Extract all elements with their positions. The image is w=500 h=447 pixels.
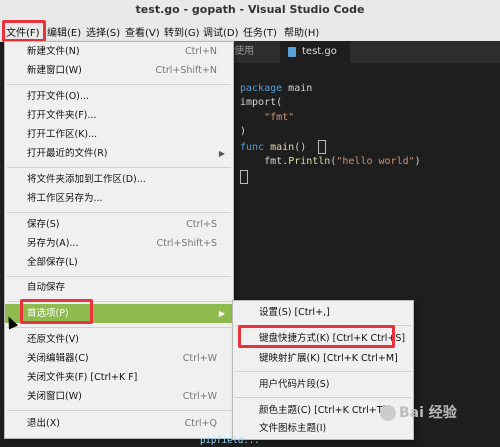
code-token: main — [282, 82, 313, 94]
code-token: ) — [414, 156, 421, 167]
menu-separator — [7, 276, 231, 277]
label: 全部保存(L) — [27, 257, 78, 268]
menu-separator — [235, 397, 411, 398]
menu-separator — [7, 212, 231, 213]
code-token: "fmt" — [264, 111, 295, 123]
code-token: ) — [240, 126, 247, 137]
label: 另存为(A)... — [27, 238, 79, 249]
tab-test-go[interactable]: test.go — [280, 41, 350, 63]
menu-tasks[interactable]: 任务(T) — [243, 24, 277, 39]
file-icon — [288, 47, 296, 57]
code-token: func — [240, 141, 265, 153]
tab-label: test.go — [302, 46, 337, 57]
shortcut: Ctrl+Shift+S — [156, 238, 217, 249]
shortcut: Ctrl+Shift+N — [155, 65, 217, 76]
label: 文件图标主题(I) — [259, 423, 327, 434]
partial-code-line: pipfield... — [200, 436, 260, 446]
label: 颜色主题(C) [Ctrl+K Ctrl+T] — [259, 405, 387, 416]
menu-item-auto-save[interactable]: 自动保存 — [5, 278, 233, 297]
label: 关闭编辑器(C) — [27, 353, 89, 364]
label: 用户代码片段(S) — [259, 379, 330, 390]
menu-item-save-workspace-as[interactable]: 将工作区另存为... — [5, 189, 233, 208]
menu-separator — [7, 327, 231, 328]
label: 键映射扩展(K) [Ctrl+K Ctrl+M] — [259, 353, 398, 364]
submenu-arrow-icon: ▶ — [218, 149, 225, 158]
menu-help[interactable]: 帮助(H) — [284, 24, 319, 39]
menu-item-open-folder[interactable]: 打开文件夹(F)... — [5, 106, 233, 125]
label: 新建窗口(W) — [27, 65, 82, 76]
menu-item-add-folder[interactable]: 将文件夹添加到工作区(D)... — [5, 170, 233, 189]
highlight-preferences — [20, 299, 93, 324]
menu-item-close-editor[interactable]: 关闭编辑器(C) Ctrl+W — [5, 349, 233, 368]
label: 关闭文件夹(F) [Ctrl+K F] — [27, 372, 138, 383]
code-token: main — [264, 141, 295, 153]
brace-match-box — [240, 169, 248, 184]
highlight-file-menu — [2, 20, 46, 42]
label: 保存(S) — [27, 219, 60, 230]
menu-separator — [7, 167, 231, 168]
code-token: Println — [288, 156, 331, 167]
menu-bar: 文件(F) 编辑(E) 选择(S) 查看(V) 转到(G) 调试(D) 任务(T… — [0, 20, 500, 42]
editor-tabs: 使用 test.go — [232, 41, 500, 63]
menu-debug[interactable]: 调试(D) — [203, 24, 239, 39]
menu-separator — [7, 84, 231, 85]
label: 还原文件(V) — [27, 334, 79, 345]
shortcut: Ctrl+W — [182, 353, 217, 364]
label: 打开文件夹(F)... — [27, 110, 97, 121]
menu-edit[interactable]: 编辑(E) — [47, 24, 81, 39]
label: 新建文件(N) — [27, 46, 80, 57]
menu-item-user-snippets[interactable]: 用户代码片段(S) — [233, 375, 413, 394]
menu-separator — [235, 371, 411, 372]
code-token: () — [294, 141, 319, 153]
menu-item-new-window[interactable]: 新建窗口(W) Ctrl+Shift+N — [5, 61, 233, 80]
label: 打开最近的文件(R) — [27, 148, 108, 159]
menu-item-open-file[interactable]: 打开文件(O)... — [5, 87, 233, 106]
menu-item-close-folder[interactable]: 关闭文件夹(F) [Ctrl+K F] — [5, 368, 233, 387]
code-view[interactable]: package main import( "fmt" ) func main()… — [240, 67, 421, 200]
tab-prev[interactable]: 使用 — [234, 41, 274, 63]
menu-item-keymaps[interactable]: 键映射扩展(K) [Ctrl+K Ctrl+M] — [233, 349, 413, 368]
menu-item-new-file[interactable]: 新建文件(N) Ctrl+N — [5, 42, 233, 61]
watermark: Bai 经验 — [380, 402, 457, 422]
menu-item-revert-file[interactable]: 还原文件(V) — [5, 330, 233, 349]
submenu-arrow-icon: ▶ — [218, 309, 225, 318]
label: 设置(S) [Ctrl+,] — [259, 307, 330, 318]
menu-item-close-window[interactable]: 关闭窗口(W) Ctrl+W — [5, 387, 233, 406]
label: 自动保存 — [27, 282, 66, 293]
menu-item-save-all[interactable]: 全部保存(L) — [5, 253, 233, 272]
menu-item-save-as[interactable]: 另存为(A)... Ctrl+Shift+S — [5, 234, 233, 253]
window-title: test.go - gopath - Visual Studio Code — [135, 3, 365, 16]
menu-go[interactable]: 转到(G) — [164, 24, 200, 39]
paw-logo-icon — [380, 405, 396, 421]
code-token: import( — [240, 97, 283, 108]
label: 将工作区另存为... — [27, 193, 103, 204]
shortcut: Ctrl+Q — [184, 418, 217, 429]
file-menu: 新建文件(N) Ctrl+N 新建窗口(W) Ctrl+Shift+N 打开文件… — [4, 41, 234, 439]
label: 打开文件(O)... — [27, 91, 89, 102]
title-bar: test.go - gopath - Visual Studio Code — [0, 0, 500, 20]
menu-separator — [7, 410, 231, 411]
shortcut: Ctrl+S — [186, 219, 217, 230]
highlight-keyboard-shortcuts — [238, 325, 395, 348]
code-token: fmt. — [264, 156, 289, 167]
code-token: package — [240, 82, 283, 94]
menu-view[interactable]: 查看(V) — [125, 24, 160, 39]
label: 打开工作区(K)... — [27, 129, 98, 140]
menu-item-settings[interactable]: 设置(S) [Ctrl+,] — [233, 303, 413, 322]
shortcut: Ctrl+N — [185, 46, 217, 57]
label: 关闭窗口(W) — [27, 391, 82, 402]
label: 将文件夹添加到工作区(D)... — [27, 174, 146, 185]
menu-selection[interactable]: 选择(S) — [86, 24, 120, 39]
brace-match-box — [318, 139, 327, 154]
shortcut: Ctrl+W — [182, 391, 217, 402]
watermark-text: Bai 经验 — [399, 405, 457, 421]
menu-item-open-workspace[interactable]: 打开工作区(K)... — [5, 125, 233, 144]
code-token: "hello world" — [336, 156, 415, 167]
menu-item-save[interactable]: 保存(S) Ctrl+S — [5, 215, 233, 234]
menu-item-open-recent[interactable]: 打开最近的文件(R) ▶ — [5, 144, 233, 163]
label: 退出(X) — [27, 418, 60, 429]
menu-item-exit[interactable]: 退出(X) Ctrl+Q — [5, 414, 233, 433]
